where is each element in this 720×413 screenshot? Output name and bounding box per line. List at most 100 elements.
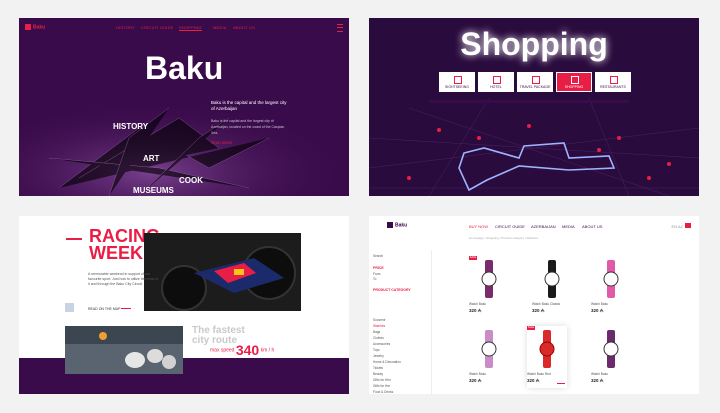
filter-label: HOTEL bbox=[490, 85, 502, 89]
product-name: Watch Baku Classic bbox=[532, 302, 561, 306]
watch-image bbox=[544, 260, 560, 298]
watch-image bbox=[603, 260, 619, 298]
product-card[interactable]: Watch Baku 320 ₼ bbox=[469, 326, 509, 388]
sidebar-item[interactable]: Beauty bbox=[373, 372, 383, 376]
nav-item-circuit-guide[interactable]: CIRCUIT GUIDE bbox=[495, 224, 525, 229]
product-price: 320 ₼ bbox=[469, 308, 482, 313]
menu-icon[interactable] bbox=[337, 24, 343, 32]
travel-icon bbox=[532, 76, 540, 84]
sidebar-item[interactable]: Accessories bbox=[373, 342, 390, 346]
city-map-background bbox=[19, 78, 349, 196]
nav-item-azerbaijan[interactable]: AZERBAIJAN bbox=[531, 224, 556, 229]
sidebar-item[interactable]: Tickets bbox=[373, 366, 383, 370]
sidebar-item[interactable]: Bags bbox=[373, 330, 380, 334]
thumbnail bbox=[65, 303, 74, 312]
price-to[interactable]: To bbox=[373, 277, 376, 281]
racing-weekend-panel: RACING WEEKEND A memorable weekend in su… bbox=[19, 216, 349, 394]
sale-badge: SALE bbox=[469, 256, 477, 260]
filter-label: TRAVEL PACKAGE bbox=[519, 85, 551, 89]
price-heading: PRICE bbox=[373, 266, 384, 270]
page-title: Shopping bbox=[460, 26, 608, 62]
category-history[interactable]: HISTORY bbox=[113, 122, 148, 131]
hotel-icon bbox=[493, 76, 501, 84]
site-logo[interactable]: Baku bbox=[25, 24, 45, 30]
nav-item-about[interactable]: ABOUT US bbox=[233, 25, 255, 30]
product-price: 320 ₼ bbox=[527, 378, 540, 383]
sidebar-item[interactable]: Home & Decoration bbox=[373, 360, 401, 364]
site-logo[interactable]: Baku bbox=[387, 222, 407, 228]
filter-restaurants[interactable]: RESTAURANTS bbox=[595, 72, 631, 92]
max-speed-unit: km / h bbox=[260, 347, 275, 354]
top-nav: Baku HISTORY CIRCUIT GUIDE SHOPPING MEDI… bbox=[19, 24, 349, 34]
section-body: A memorable weekend in support of our fa… bbox=[88, 272, 159, 286]
filter-label: SHOPPING bbox=[564, 85, 584, 89]
max-speed: max speed 340 km / h bbox=[210, 342, 274, 358]
sightseeing-icon bbox=[454, 76, 462, 84]
search-input[interactable]: Search bbox=[373, 254, 383, 258]
map-link[interactable]: READ ON THE MAP bbox=[88, 307, 120, 311]
watch-image bbox=[539, 330, 555, 368]
product-price: 320 ₼ bbox=[591, 378, 604, 383]
flag-icon[interactable] bbox=[685, 223, 691, 228]
filter-hotel[interactable]: HOTEL bbox=[478, 72, 514, 92]
category-cook[interactable]: COOK bbox=[179, 176, 203, 185]
product-name: Watch Baku Red bbox=[527, 372, 551, 376]
filter-travel-package[interactable]: TRAVEL PACKAGE bbox=[517, 72, 553, 92]
product-price: 320 ₼ bbox=[532, 308, 545, 313]
sidebar-item[interactable]: Gifts for Him bbox=[373, 378, 391, 382]
screenshot-grid: Baku HISTORY CIRCUIT GUIDE SHOPPING MEDI… bbox=[0, 0, 720, 413]
category-filter-bar: SIGHTSEEING HOTEL TRAVEL PACKAGE SHOPPIN… bbox=[439, 72, 631, 92]
product-name: Watch Baku bbox=[469, 372, 487, 376]
breadcrumb[interactable]: Homepage / Shopping / Product category /… bbox=[469, 236, 538, 240]
product-card[interactable]: SALE Watch Baku 320 ₼ bbox=[469, 256, 509, 318]
category-museums[interactable]: MUSEUMS bbox=[133, 186, 174, 195]
product-card[interactable]: Watch Baku Classic 320 ₼ bbox=[532, 256, 572, 318]
price-from[interactable]: From bbox=[373, 272, 380, 276]
sidebar-item[interactable]: Toys bbox=[373, 348, 380, 352]
sale-badge: SALE bbox=[527, 326, 535, 330]
sidebar-item[interactable]: Watches bbox=[373, 324, 385, 328]
language-switcher[interactable]: EN AZ bbox=[671, 224, 683, 229]
nav-item-about[interactable]: ABOUT US bbox=[582, 224, 602, 229]
sidebar-item[interactable]: Food & Drinks bbox=[373, 390, 393, 394]
product-price: 320 ₼ bbox=[469, 378, 482, 383]
nav-item-circuit-guide[interactable]: CIRCUIT GUIDE bbox=[141, 25, 174, 30]
watch-image bbox=[603, 330, 619, 368]
filter-shopping[interactable]: SHOPPING bbox=[556, 72, 592, 92]
product-card[interactable]: SALE Watch Baku Red 320 ₼ bbox=[527, 326, 567, 388]
nav-item-media[interactable]: MEDIA bbox=[213, 25, 227, 30]
shop-listing-panel: Baku BUY NOW CIRCUIT GUIDE AZERBAIJAN ME… bbox=[369, 216, 699, 394]
read-more-link[interactable]: READ MORE bbox=[211, 140, 291, 146]
watch-image bbox=[481, 260, 497, 298]
nav-item-media[interactable]: MEDIA bbox=[562, 224, 575, 229]
max-speed-value: 340 bbox=[235, 342, 260, 358]
baku-hero-panel: Baku HISTORY CIRCUIT GUIDE SHOPPING MEDI… bbox=[19, 18, 349, 196]
title-dash bbox=[66, 238, 82, 240]
product-name: Watch Baku bbox=[591, 302, 609, 306]
nav-item-history[interactable]: HISTORY bbox=[116, 25, 135, 30]
filter-label: SIGHTSEEING bbox=[445, 85, 469, 89]
product-card[interactable]: Watch Baku 320 ₼ bbox=[591, 256, 631, 318]
sidebar-item[interactable]: Jewelry bbox=[373, 354, 384, 358]
filter-sidebar: Search PRICE From To PRODUCT CATEGORY So… bbox=[369, 250, 432, 394]
intro-text: Baku is the capital and the largest city… bbox=[211, 100, 291, 146]
product-price: 320 ₼ bbox=[591, 308, 604, 313]
nav-item-buy-now[interactable]: BUY NOW bbox=[469, 224, 488, 229]
max-speed-label: max speed bbox=[210, 347, 235, 354]
shopping-icon bbox=[571, 76, 579, 84]
page-title: Baku bbox=[145, 50, 224, 86]
arrow-right-icon[interactable] bbox=[557, 383, 565, 384]
sidebar-item[interactable]: Clothes bbox=[373, 336, 384, 340]
category-heading[interactable]: PRODUCT CATEGORY bbox=[373, 288, 411, 292]
filter-label: RESTAURANTS bbox=[600, 85, 626, 89]
product-name: Watch Baku bbox=[591, 372, 609, 376]
filter-sightseeing[interactable]: SIGHTSEEING bbox=[439, 72, 475, 92]
nav-item-shopping[interactable]: SHOPPING bbox=[179, 25, 202, 31]
sidebar-item[interactable]: Gifts for Her bbox=[373, 384, 390, 388]
sidebar-item[interactable]: Souvenir bbox=[373, 318, 386, 322]
intro-body: Baku is the capital and the largest city… bbox=[211, 119, 285, 135]
product-card[interactable]: Watch Baku 320 ₼ bbox=[591, 326, 631, 388]
arrow-right-icon[interactable] bbox=[121, 308, 131, 309]
category-art[interactable]: ART bbox=[143, 154, 159, 163]
shopping-map-panel: Shopping SIGHTSEEING HOTEL TRAVEL PACKAG… bbox=[369, 18, 699, 196]
